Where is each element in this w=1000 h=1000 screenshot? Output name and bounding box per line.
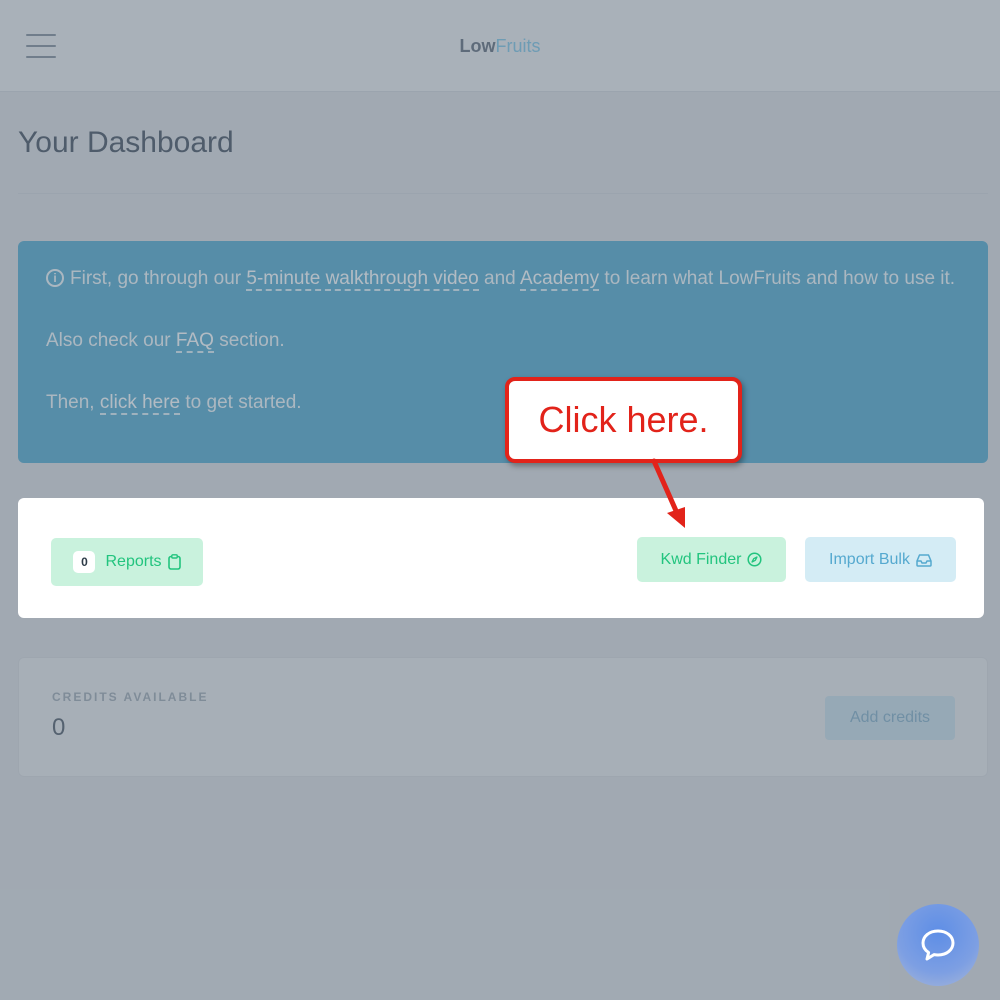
top-navbar: LowFruits — [0, 0, 1000, 92]
click-here-callout: Click here. — [505, 377, 742, 463]
banner-text: First, go through our — [70, 268, 247, 289]
callout-arrow-icon — [651, 458, 685, 528]
compass-icon — [747, 552, 763, 567]
credits-label: CREDITS AVAILABLE — [52, 690, 209, 704]
info-banner: i First, go through our 5-minute walkthro… — [18, 241, 988, 463]
actions-card: 0 Reports Kwd Finder Import Bulk — [18, 498, 984, 618]
kwd-finder-label: Kwd Finder — [660, 550, 742, 568]
banner-line-1: i First, go through our 5-minute walkthro… — [46, 263, 960, 294]
walkthrough-video-link[interactable]: 5-minute walkthrough video — [246, 268, 479, 291]
chat-bubble-icon — [921, 929, 955, 961]
credits-card: CREDITS AVAILABLE 0 Add credits — [18, 657, 988, 777]
import-bulk-label: Import Bulk — [829, 550, 910, 568]
title-divider — [18, 193, 988, 194]
banner-text: and — [478, 268, 520, 289]
banner-text: section. — [213, 330, 285, 351]
banner-text: Also check our — [46, 330, 176, 351]
reports-button[interactable]: 0 Reports — [51, 538, 203, 586]
banner-text: Then, — [46, 392, 100, 413]
brand-text-low: Low — [459, 36, 496, 56]
get-started-link[interactable]: click here — [99, 392, 181, 415]
credits-value: 0 — [52, 714, 66, 741]
banner-text: to learn what LowFruits and how to use i… — [599, 268, 956, 289]
banner-text: to get started. — [180, 392, 302, 413]
inbox-icon — [916, 553, 932, 567]
chat-launcher-button[interactable] — [897, 904, 979, 986]
callout-text: Click here. — [538, 399, 709, 440]
clipboard-icon — [167, 554, 181, 570]
add-credits-button[interactable]: Add credits — [825, 696, 955, 740]
academy-link[interactable]: Academy — [519, 268, 600, 291]
banner-line-2: Also check our FAQ section. — [46, 325, 960, 356]
reports-count-badge: 0 — [73, 551, 96, 573]
faq-link[interactable]: FAQ — [175, 330, 214, 353]
import-bulk-button[interactable]: Import Bulk — [805, 537, 956, 582]
brand-logo[interactable]: LowFruits — [0, 36, 1000, 57]
banner-line-3: Then, click here to get started. — [46, 387, 960, 418]
brand-text-fruits: Fruits — [495, 36, 541, 56]
page-title: Your Dashboard — [18, 126, 234, 159]
reports-label: Reports — [105, 553, 162, 570]
kwd-finder-button[interactable]: Kwd Finder — [637, 537, 786, 582]
info-icon: i — [46, 269, 64, 287]
